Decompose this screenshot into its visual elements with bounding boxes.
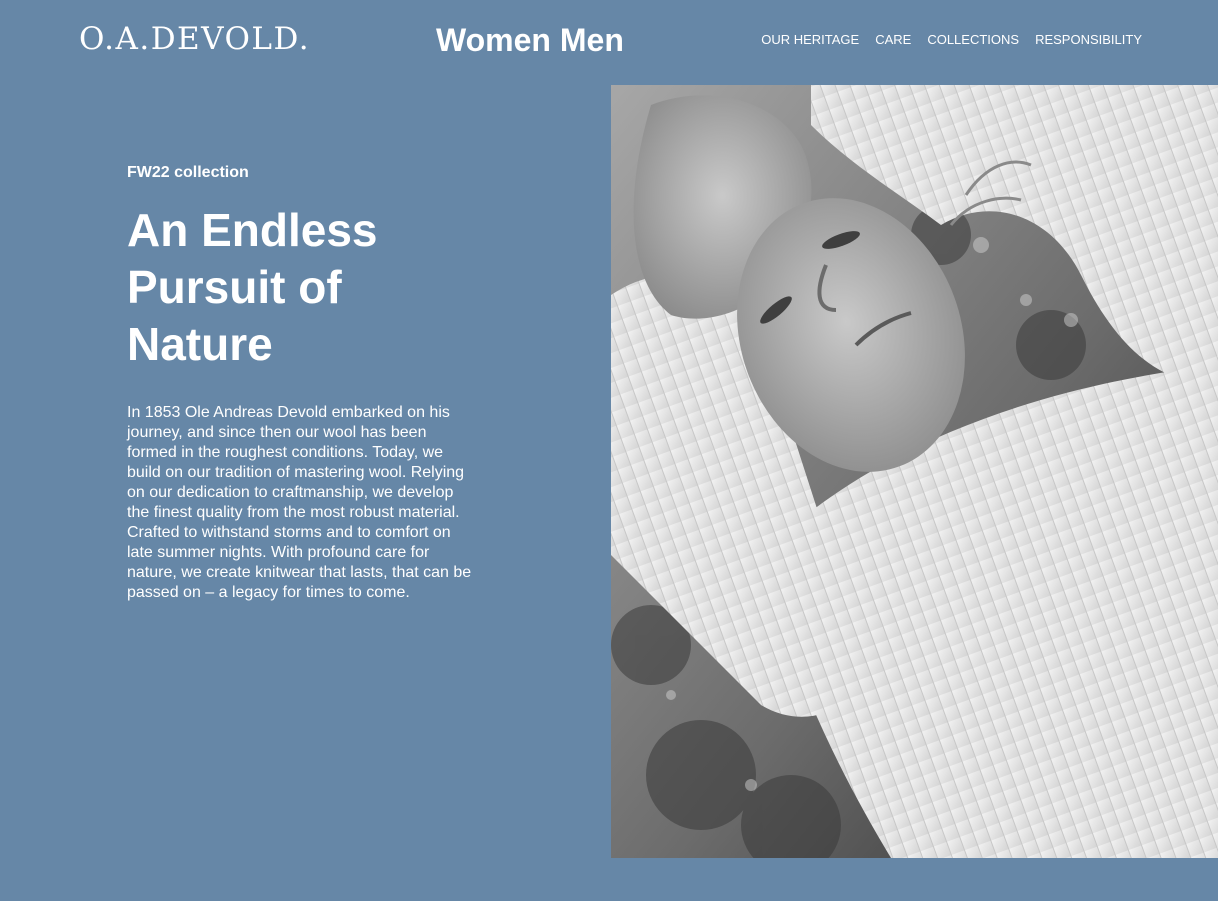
main-nav: OUR HERITAGE CARE COLLECTIONS RESPONSIBI… xyxy=(761,31,1142,49)
nav-responsibility-link[interactable]: RESPONSIBILITY xyxy=(1035,31,1142,49)
nav-care-link[interactable]: CARE xyxy=(875,31,911,49)
nav-women-link[interactable]: Women xyxy=(436,22,551,58)
nav-our-heritage-link[interactable]: OUR HERITAGE xyxy=(761,31,859,49)
gender-nav: Women Men xyxy=(436,20,624,60)
headline-line: Nature xyxy=(127,318,273,370)
hero-headline: An Endless Pursuit of Nature xyxy=(127,202,457,373)
site-header: O.A.DEVOLD. Women Men OUR HERITAGE CARE … xyxy=(0,0,1218,85)
collection-eyebrow: FW22 collection xyxy=(127,164,249,181)
nav-collections-link[interactable]: COLLECTIONS xyxy=(927,31,1019,49)
headline-line: Pursuit of xyxy=(127,261,342,313)
hero-image xyxy=(611,85,1218,858)
brand-logo[interactable]: O.A.DEVOLD. xyxy=(79,19,310,59)
hero-body-text: In 1853 Ole Andreas Devold embarked on h… xyxy=(127,404,472,601)
nav-men-link[interactable]: Men xyxy=(560,22,624,58)
photo-woman-in-white-knit-sweater-icon xyxy=(611,85,1218,858)
headline-line: An Endless xyxy=(127,204,378,256)
